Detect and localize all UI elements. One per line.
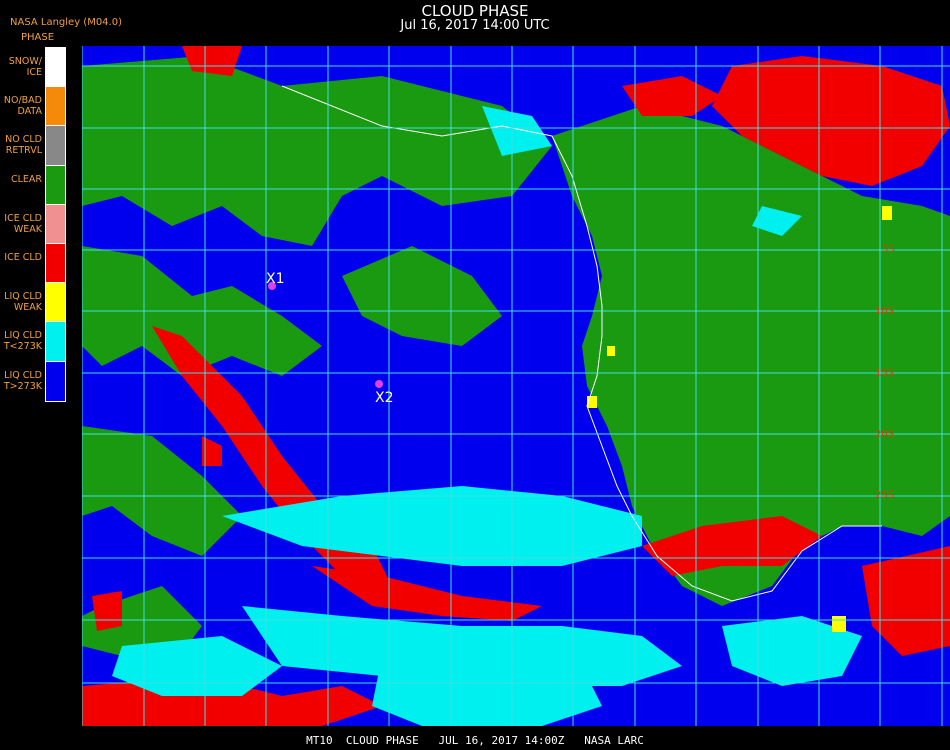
legend-label: LIQ CLD WEAK [4,291,42,314]
ice-cloud-region [92,591,122,631]
legend-heading: PHASE [21,32,55,43]
legend-label: ICE CLD WEAK [4,212,42,235]
legend-swatch [45,46,66,89]
footer-caption: MT10 CLOUD PHASE JUL 16, 2017 14:00Z NAS… [306,734,644,747]
legend-item-liq-cld-weak: LIQ CLD WEAK [0,282,66,324]
lat-label-15s: 15S [875,368,894,379]
legend: SNOW/ ICE NO/BAD DATA NO CLD RETRVL CLEA… [0,46,66,402]
lat-label-25s: 25S [875,490,894,501]
marker-x1-label: X1 [266,271,285,287]
legend-label: LIQ CLD T<273K [3,330,42,353]
legend-swatch [45,203,66,245]
page-subtitle: Jul 16, 2017 14:00 UTC [400,18,550,33]
legend-swatch [45,321,66,363]
legend-label: SNOW/ ICE [8,56,42,78]
legend-label: ICE CLD [4,251,42,263]
lat-label-20s: 20S [875,429,894,440]
legend-swatch [45,242,66,285]
legend-label: CLEAR [10,173,42,185]
legend-item-no-cld-retrvl: NO CLD RETRVL [0,125,66,167]
marker-x2-dot[interactable] [375,380,383,388]
legend-item-ice-cld: ICE CLD [0,242,66,285]
legend-swatch [45,125,66,167]
legend-swatch [45,86,66,128]
legend-item-no-bad-data: NO/BAD DATA [0,86,66,128]
weak-liquid-patch [607,346,615,356]
lat-label-5s: 5S [882,244,895,255]
lat-label-10s: 10S [875,306,894,317]
provider-label: NASA Langley (M04.0) [10,17,122,28]
legend-swatch [45,360,66,402]
legend-item-clear: CLEAR [0,164,66,206]
cloud-phase-map: 5S 10S 15S 20S 25S X1 X2 [82,46,950,726]
legend-label: NO CLD RETRVL [5,134,42,157]
weak-liquid-patch [882,206,892,220]
weak-liquid-patch [832,616,846,632]
legend-item-liq-cld-cold: LIQ CLD T<273K [0,321,66,363]
marker-x2-label: X2 [375,390,394,406]
legend-item-liq-cld-warm: LIQ CLD T>273K [0,360,66,402]
legend-item-snow-ice: SNOW/ ICE [0,46,66,89]
satellite-map[interactable]: 5S 10S 15S 20S 25S X1 X2 [82,46,950,726]
legend-item-ice-cld-weak: ICE CLD WEAK [0,203,66,245]
legend-swatch [45,282,66,324]
legend-label: NO/BAD DATA [3,95,42,118]
legend-swatch [45,164,66,206]
legend-label: LIQ CLD T>273K [3,369,42,392]
